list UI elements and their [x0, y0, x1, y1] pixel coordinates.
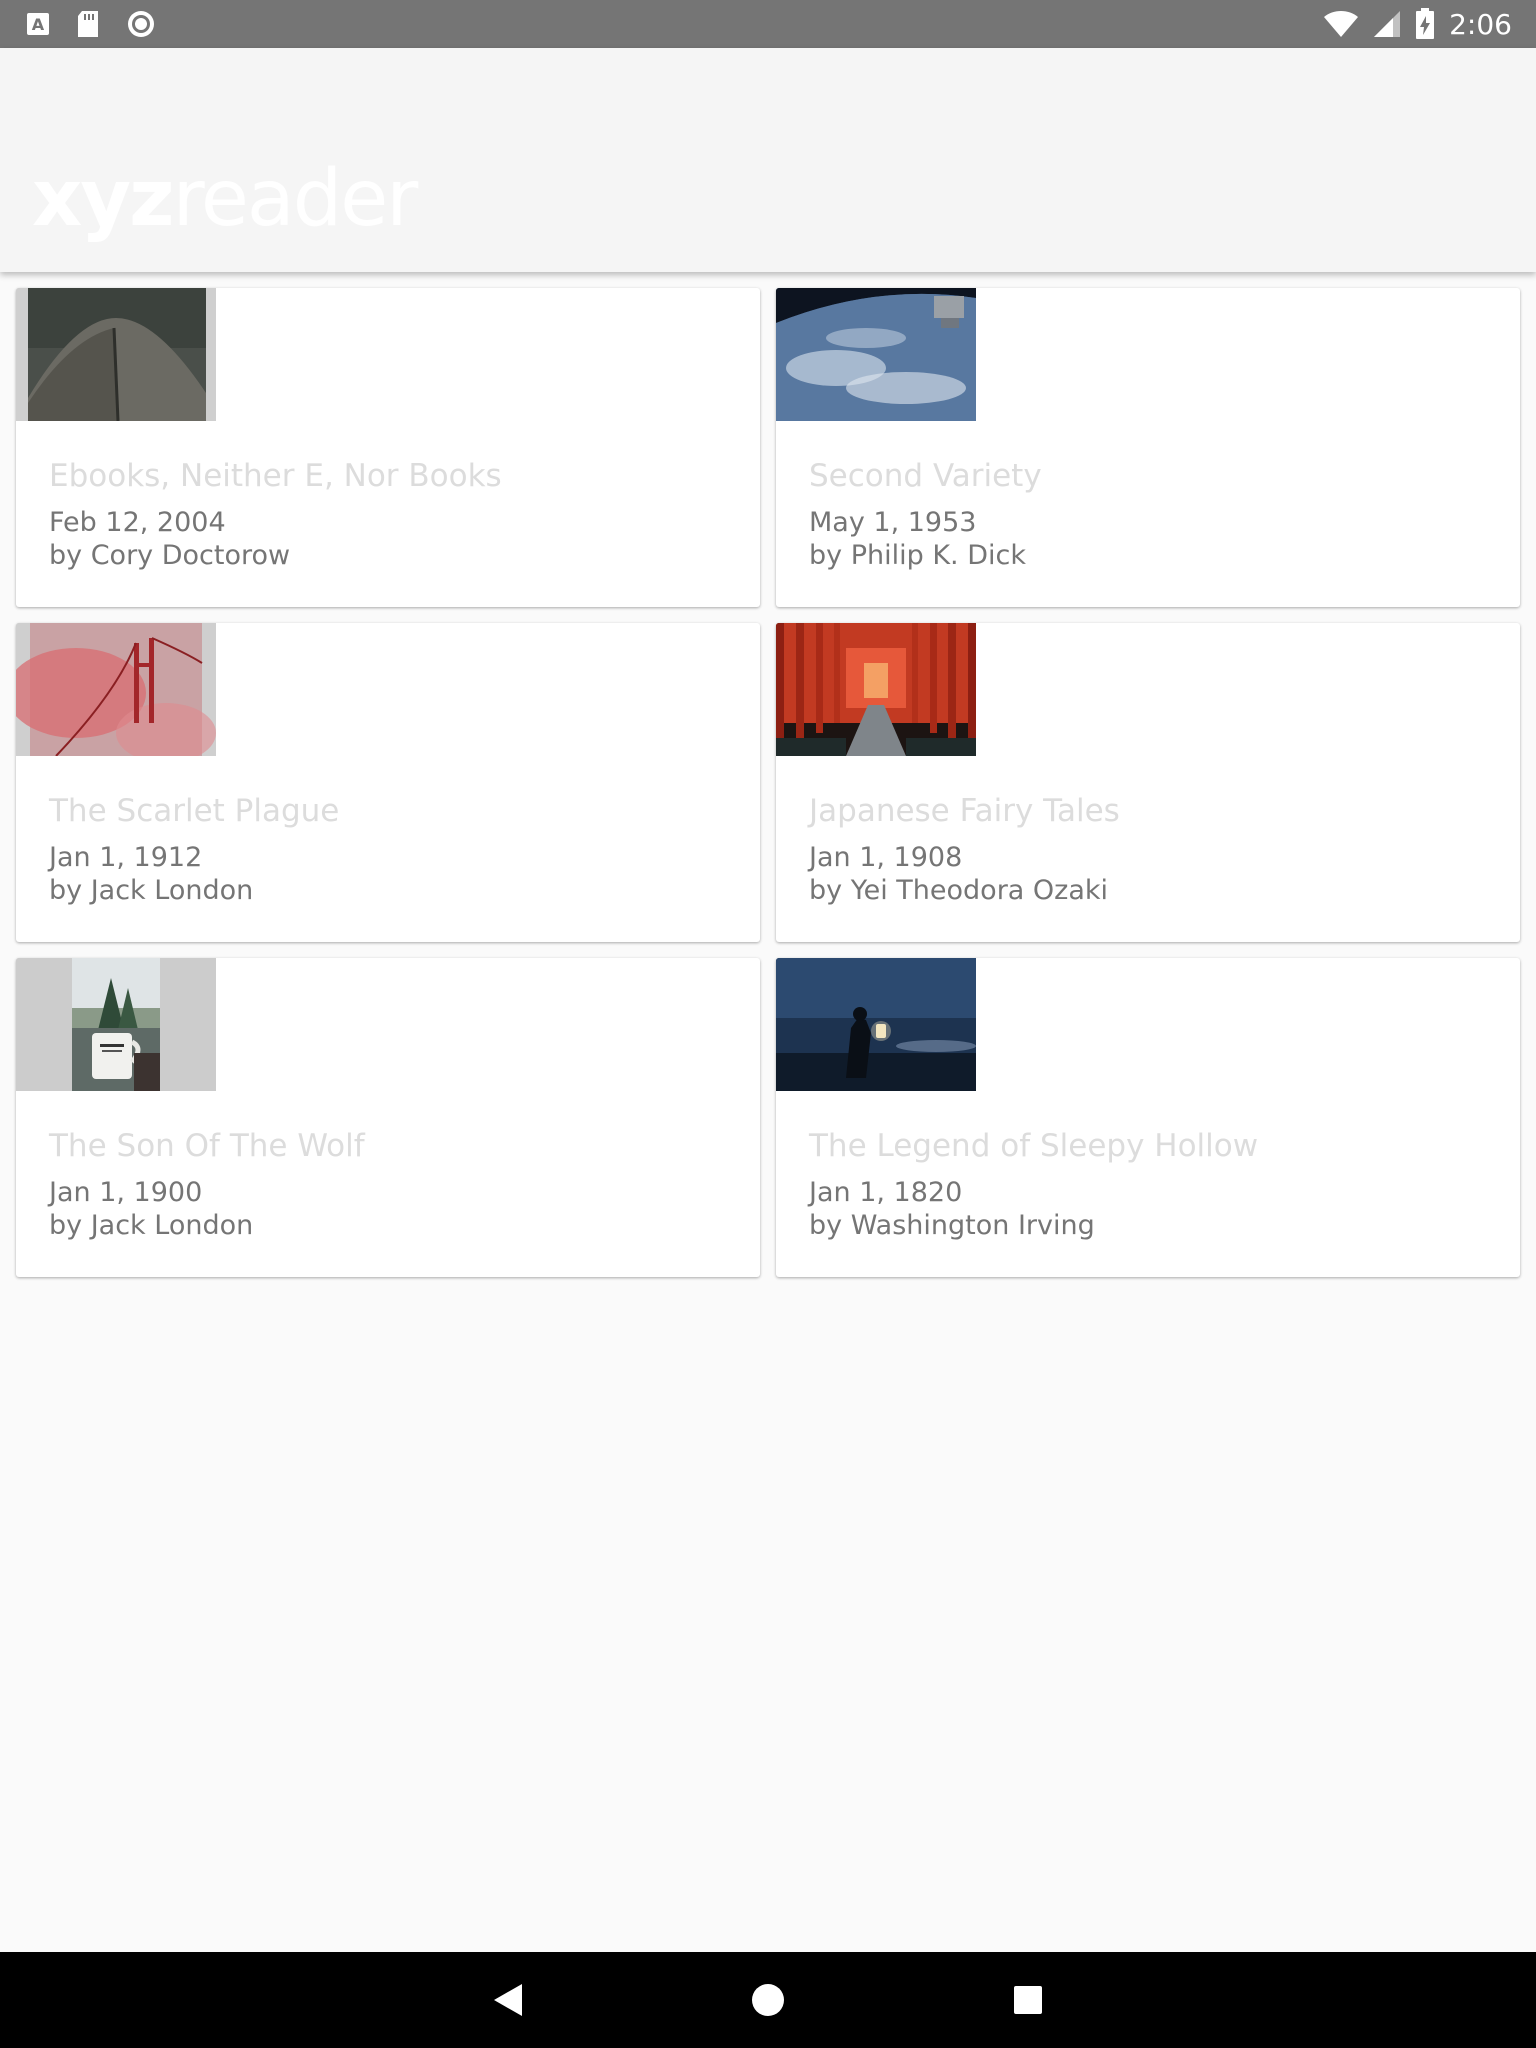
article-date: Jan 1, 1820 [809, 1177, 963, 1208]
recents-icon[interactable] [998, 1970, 1058, 2030]
cell-signal-icon [1373, 10, 1401, 38]
person-with-lantern-photo [776, 958, 976, 1091]
wifi-icon [1323, 10, 1359, 38]
article-date: May 1, 1953 [809, 507, 977, 538]
status-right-icons: 2:06 [1323, 8, 1512, 41]
article-author: by Yei Theodora Ozaki [809, 875, 1109, 906]
article-date: Jan 1, 1900 [49, 1177, 203, 1208]
article-card[interactable]: The Son Of The Wolf Jan 1, 1900 by Jack … [16, 958, 760, 1277]
article-author: by Jack London [49, 875, 254, 906]
logo-bold-text: xyz [32, 154, 175, 244]
app-bar: xyzreader [0, 48, 1536, 272]
article-thumbnail [776, 958, 976, 1091]
article-title: The Son Of The Wolf [49, 1128, 365, 1164]
logo-light-text: reader [172, 154, 419, 244]
article-thumbnail [776, 288, 976, 421]
dark-curved-roof-photo [16, 288, 216, 421]
article-date: Jan 1, 1912 [49, 842, 203, 873]
red-bridge-in-fog-photo [16, 623, 216, 756]
article-grid: Ebooks, Neither E, Nor Books Feb 12, 200… [16, 288, 1520, 1277]
home-icon[interactable] [738, 1970, 798, 2030]
article-title: The Legend of Sleepy Hollow [809, 1128, 1259, 1164]
navigation-bar [0, 1952, 1536, 2048]
earth-from-space-photo [776, 288, 976, 421]
article-card[interactable]: Second Variety May 1, 1953 by Philip K. … [776, 288, 1520, 607]
article-title: The Scarlet Plague [49, 793, 340, 829]
article-author: by Cory Doctorow [49, 540, 291, 571]
article-date: Feb 12, 2004 [49, 507, 226, 538]
battery-charging-icon [1415, 8, 1435, 40]
article-card[interactable]: The Legend of Sleepy Hollow Jan 1, 1820 … [776, 958, 1520, 1277]
svg-text:A: A [32, 15, 45, 34]
article-card[interactable]: Ebooks, Neither E, Nor Books Feb 12, 200… [16, 288, 760, 607]
article-title: Second Variety [809, 458, 1042, 494]
app-logo: xyzreader [32, 160, 418, 238]
status-bar: A 2:06 [0, 0, 1536, 48]
sd-card-icon [76, 10, 100, 38]
red-torii-gates-photo [776, 623, 976, 756]
back-icon[interactable] [478, 1970, 538, 2030]
sync-circle-icon [126, 9, 156, 39]
a-font-icon: A [26, 12, 50, 36]
status-time: 2:06 [1449, 7, 1512, 41]
status-left-icons: A [26, 9, 156, 39]
article-thumbnail [16, 958, 216, 1091]
article-card[interactable]: The Scarlet Plague Jan 1, 1912 by Jack L… [16, 623, 760, 942]
article-title: Japanese Fairy Tales [809, 793, 1120, 829]
article-author: by Washington Irving [809, 1210, 1095, 1241]
article-author: by Philip K. Dick [809, 540, 1026, 571]
article-title: Ebooks, Neither E, Nor Books [49, 458, 502, 494]
article-card[interactable]: Japanese Fairy Tales Jan 1, 1908 by Yei … [776, 623, 1520, 942]
article-date: Jan 1, 1908 [809, 842, 963, 873]
article-author: by Jack London [49, 1210, 254, 1241]
camping-mug-photo [16, 958, 216, 1091]
article-thumbnail [16, 623, 216, 756]
article-thumbnail [776, 623, 976, 756]
article-thumbnail [16, 288, 216, 421]
